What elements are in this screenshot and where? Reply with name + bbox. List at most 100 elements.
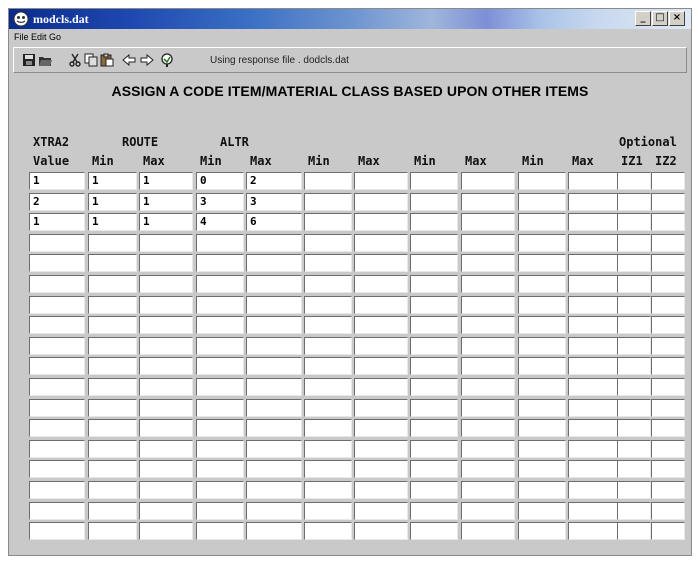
grid-cell-r14-c9[interactable] (518, 460, 566, 478)
grid-cell-r13-c2[interactable] (139, 440, 193, 458)
grid-cell-r17-c3[interactable] (196, 522, 244, 540)
grid-cell-r9-c10[interactable] (568, 357, 618, 375)
grid-cell-r7-c12[interactable] (651, 316, 685, 334)
grid-cell-r10-c4[interactable] (246, 378, 302, 396)
grid-cell-r16-c9[interactable] (518, 502, 566, 520)
grid-cell-r12-c8[interactable] (461, 419, 515, 437)
grid-cell-r1-c3[interactable]: 3 (196, 193, 244, 211)
grid-cell-r17-c8[interactable] (461, 522, 515, 540)
grid-cell-r8-c9[interactable] (518, 337, 566, 355)
grid-cell-r1-c12[interactable] (651, 193, 685, 211)
grid-cell-r15-c7[interactable] (410, 481, 458, 499)
grid-cell-r8-c8[interactable] (461, 337, 515, 355)
grid-cell-r13-c4[interactable] (246, 440, 302, 458)
grid-cell-r14-c0[interactable] (29, 460, 85, 478)
grid-cell-r5-c11[interactable] (617, 275, 651, 293)
grid-cell-r5-c7[interactable] (410, 275, 458, 293)
grid-cell-r17-c1[interactable] (88, 522, 137, 540)
grid-cell-r8-c7[interactable] (410, 337, 458, 355)
grid-cell-r14-c2[interactable] (139, 460, 193, 478)
grid-cell-r9-c8[interactable] (461, 357, 515, 375)
grid-cell-r5-c8[interactable] (461, 275, 515, 293)
grid-cell-r11-c2[interactable] (139, 399, 193, 417)
grid-cell-r0-c9[interactable] (518, 172, 566, 190)
grid-cell-r10-c12[interactable] (651, 378, 685, 396)
back-arrow-icon[interactable] (122, 53, 136, 67)
grid-cell-r16-c5[interactable] (304, 502, 352, 520)
grid-cell-r2-c7[interactable] (410, 213, 458, 231)
grid-cell-r15-c0[interactable] (29, 481, 85, 499)
grid-cell-r16-c1[interactable] (88, 502, 137, 520)
grid-cell-r6-c3[interactable] (196, 296, 244, 314)
grid-cell-r1-c6[interactable] (354, 193, 408, 211)
grid-cell-r15-c9[interactable] (518, 481, 566, 499)
grid-cell-r3-c6[interactable] (354, 234, 408, 252)
grid-cell-r17-c7[interactable] (410, 522, 458, 540)
grid-cell-r7-c2[interactable] (139, 316, 193, 334)
grid-cell-r11-c0[interactable] (29, 399, 85, 417)
grid-cell-r9-c11[interactable] (617, 357, 651, 375)
grid-cell-r7-c3[interactable] (196, 316, 244, 334)
grid-cell-r11-c1[interactable] (88, 399, 137, 417)
grid-cell-r10-c9[interactable] (518, 378, 566, 396)
grid-cell-r5-c2[interactable] (139, 275, 193, 293)
grid-cell-r2-c11[interactable] (617, 213, 651, 231)
grid-cell-r15-c10[interactable] (568, 481, 618, 499)
open-icon[interactable] (38, 53, 52, 67)
grid-cell-r8-c1[interactable] (88, 337, 137, 355)
grid-cell-r16-c6[interactable] (354, 502, 408, 520)
grid-cell-r9-c12[interactable] (651, 357, 685, 375)
grid-cell-r13-c3[interactable] (196, 440, 244, 458)
grid-cell-r9-c2[interactable] (139, 357, 193, 375)
grid-cell-r8-c11[interactable] (617, 337, 651, 355)
grid-cell-r17-c4[interactable] (246, 522, 302, 540)
copy-icon[interactable] (84, 53, 98, 67)
cut-icon[interactable] (68, 53, 82, 67)
grid-cell-r5-c1[interactable] (88, 275, 137, 293)
grid-cell-r12-c3[interactable] (196, 419, 244, 437)
grid-cell-r14-c8[interactable] (461, 460, 515, 478)
grid-cell-r0-c2[interactable]: 1 (139, 172, 193, 190)
grid-cell-r6-c7[interactable] (410, 296, 458, 314)
grid-cell-r5-c3[interactable] (196, 275, 244, 293)
grid-cell-r1-c9[interactable] (518, 193, 566, 211)
grid-cell-r12-c7[interactable] (410, 419, 458, 437)
paste-icon[interactable] (100, 53, 114, 67)
grid-cell-r16-c4[interactable] (246, 502, 302, 520)
grid-cell-r4-c7[interactable] (410, 254, 458, 272)
grid-cell-r16-c7[interactable] (410, 502, 458, 520)
grid-cell-r4-c11[interactable] (617, 254, 651, 272)
grid-cell-r2-c10[interactable] (568, 213, 618, 231)
grid-cell-r7-c6[interactable] (354, 316, 408, 334)
grid-cell-r0-c11[interactable] (617, 172, 651, 190)
grid-cell-r3-c8[interactable] (461, 234, 515, 252)
grid-cell-r7-c8[interactable] (461, 316, 515, 334)
grid-cell-r9-c6[interactable] (354, 357, 408, 375)
grid-cell-r6-c12[interactable] (651, 296, 685, 314)
grid-cell-r10-c3[interactable] (196, 378, 244, 396)
grid-cell-r3-c5[interactable] (304, 234, 352, 252)
grid-cell-r5-c4[interactable] (246, 275, 302, 293)
grid-cell-r14-c10[interactable] (568, 460, 618, 478)
grid-cell-r6-c11[interactable] (617, 296, 651, 314)
grid-cell-r9-c1[interactable] (88, 357, 137, 375)
grid-cell-r2-c3[interactable]: 4 (196, 213, 244, 231)
grid-cell-r12-c11[interactable] (617, 419, 651, 437)
grid-cell-r2-c5[interactable] (304, 213, 352, 231)
grid-cell-r9-c7[interactable] (410, 357, 458, 375)
grid-cell-r13-c11[interactable] (617, 440, 651, 458)
grid-cell-r8-c4[interactable] (246, 337, 302, 355)
grid-cell-r16-c8[interactable] (461, 502, 515, 520)
grid-cell-r7-c11[interactable] (617, 316, 651, 334)
grid-cell-r4-c10[interactable] (568, 254, 618, 272)
grid-cell-r14-c1[interactable] (88, 460, 137, 478)
grid-cell-r4-c1[interactable] (88, 254, 137, 272)
grid-cell-r17-c12[interactable] (651, 522, 685, 540)
grid-cell-r5-c5[interactable] (304, 275, 352, 293)
grid-cell-r3-c7[interactable] (410, 234, 458, 252)
grid-cell-r14-c5[interactable] (304, 460, 352, 478)
grid-cell-r8-c5[interactable] (304, 337, 352, 355)
grid-cell-r1-c5[interactable] (304, 193, 352, 211)
grid-cell-r16-c11[interactable] (617, 502, 651, 520)
grid-cell-r13-c7[interactable] (410, 440, 458, 458)
